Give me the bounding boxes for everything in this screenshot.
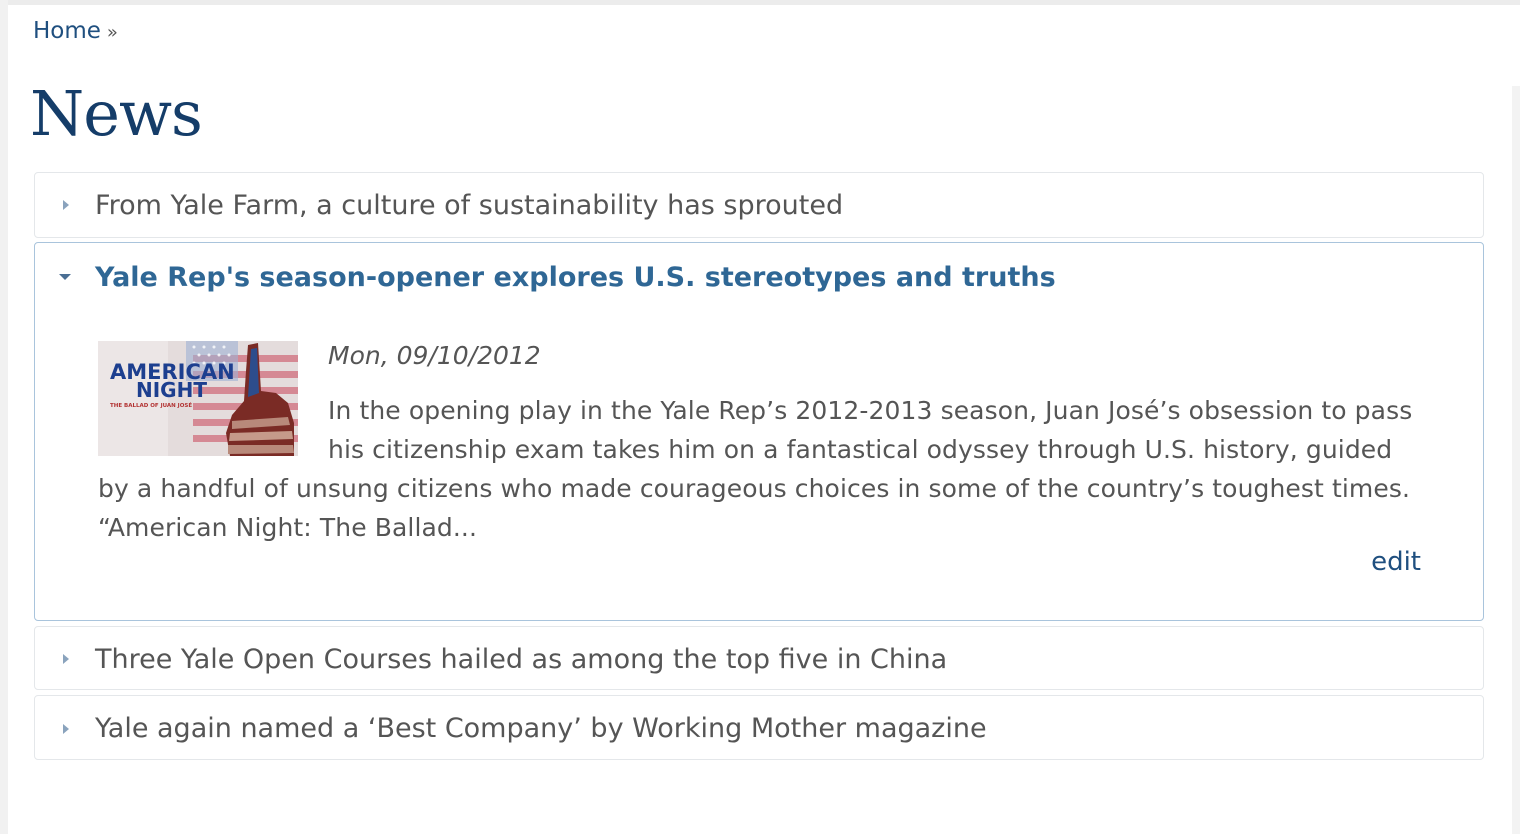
accordion-item-expanded[interactable]: Yale Rep's season-opener explores U.S. s… (34, 242, 1484, 621)
article-teaser: AMERICAN NIGHT THE BALLAD OF JUAN JOSÉ M… (35, 311, 1483, 586)
breadcrumb-separator: » (106, 22, 118, 43)
window-right-edge (1512, 86, 1520, 834)
accordion-title[interactable]: Yale again named a ‘Best Company’ by Wor… (95, 713, 987, 744)
accordion-header[interactable]: From Yale Farm, a culture of sustainabil… (35, 173, 1483, 237)
accordion-header[interactable]: Three Yale Open Courses hailed as among … (35, 627, 1483, 691)
article-thumbnail[interactable]: AMERICAN NIGHT THE BALLAD OF JUAN JOSÉ (98, 341, 298, 456)
american-night-poster-image: AMERICAN NIGHT THE BALLAD OF JUAN JOSÉ (98, 341, 298, 456)
page-title: News (30, 77, 203, 150)
breadcrumb-home-link[interactable]: Home (33, 18, 101, 44)
poster-title-line2: NIGHT (136, 378, 207, 402)
expand-arrow-icon (63, 200, 69, 210)
accordion-title[interactable]: From Yale Farm, a culture of sustainabil… (95, 190, 843, 221)
accordion-item[interactable]: Yale again named a ‘Best Company’ by Wor… (34, 695, 1484, 760)
accordion-title[interactable]: Yale Rep's season-opener explores U.S. s… (95, 262, 1056, 293)
expand-arrow-icon (63, 723, 69, 734)
accordion-item[interactable]: Three Yale Open Courses hailed as among … (34, 626, 1484, 690)
window-left-edge (0, 0, 8, 834)
accordion-header[interactable]: Yale again named a ‘Best Company’ by Wor… (35, 696, 1483, 761)
poster-subtitle: THE BALLAD OF JUAN JOSÉ (110, 401, 192, 409)
accordion-title[interactable]: Three Yale Open Courses hailed as among … (95, 644, 947, 675)
window-top-edge (0, 0, 1520, 5)
edit-link[interactable]: edit (1371, 547, 1421, 577)
accordion-header[interactable]: Yale Rep's season-opener explores U.S. s… (35, 243, 1483, 311)
collapse-arrow-icon (59, 274, 71, 280)
page: Home» News From Yale Farm, a culture of … (0, 0, 1520, 834)
breadcrumb: Home» (33, 18, 118, 44)
accordion-item[interactable]: From Yale Farm, a culture of sustainabil… (34, 172, 1484, 238)
expand-arrow-icon (63, 654, 69, 664)
